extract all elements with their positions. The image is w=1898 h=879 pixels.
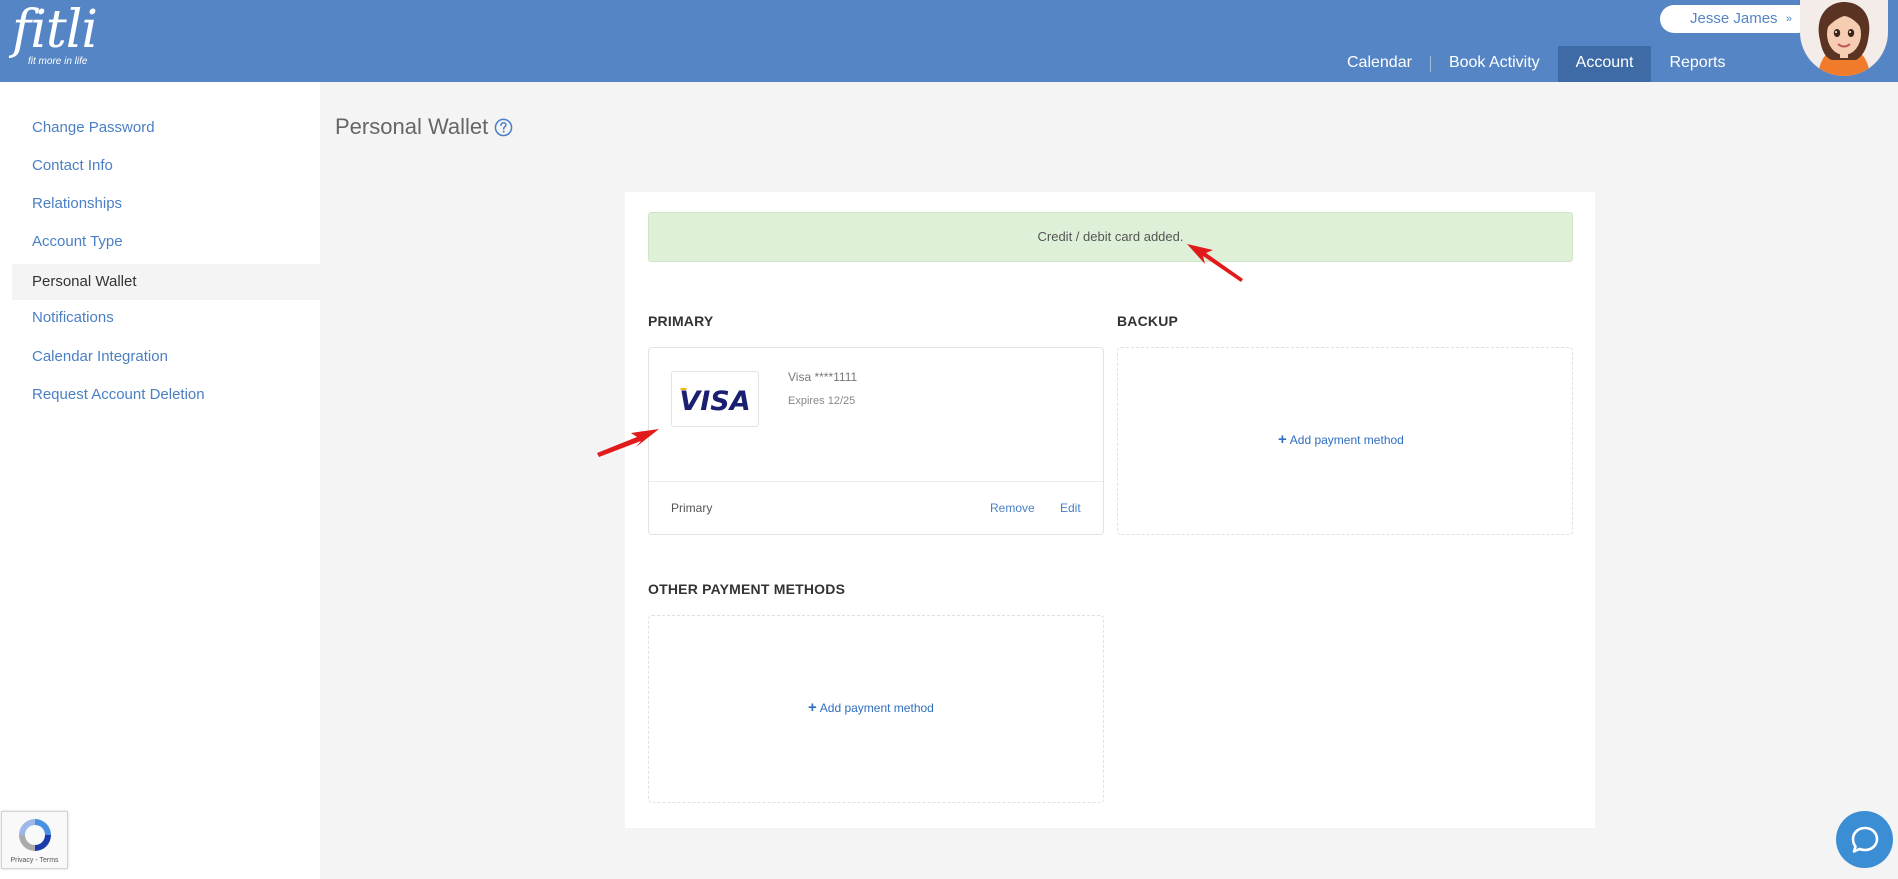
edit-card-link[interactable]: Edit xyxy=(1060,501,1081,515)
visa-logo: VISA xyxy=(671,371,759,427)
nav-account[interactable]: Account xyxy=(1557,46,1652,82)
red-arrow-icon xyxy=(1187,244,1243,282)
backup-add-payment-label: Add payment method xyxy=(1289,433,1404,447)
plus-icon: + xyxy=(808,699,817,716)
help-circle-icon[interactable] xyxy=(494,118,513,137)
avatar-illustration xyxy=(1800,0,1888,76)
recaptcha-links: Privacy - Terms xyxy=(10,857,59,864)
logo-wordmark: fitli xyxy=(12,0,98,60)
recaptcha-badge[interactable]: Privacy - Terms xyxy=(1,811,68,869)
sidebar-item-account-type[interactable]: Account Type xyxy=(12,224,320,260)
sidebar-item-relationships[interactable]: Relationships xyxy=(12,186,320,222)
card-name: Visa ****1111 xyxy=(788,370,858,384)
sidebar-item-notifications[interactable]: Notifications xyxy=(12,300,320,336)
nav-book-activity[interactable]: Book Activity xyxy=(1431,46,1558,82)
sidebar-item-request-account-deletion[interactable]: Request Account Deletion xyxy=(12,377,320,413)
other-add-payment-label: Add payment method xyxy=(819,701,934,715)
main-nav: Calendar Book Activity Account Reports xyxy=(1329,46,1743,82)
backup-heading: BACKUP xyxy=(1117,313,1179,329)
fitli-logo[interactable]: fitli fit more in life xyxy=(12,2,102,72)
page-title: Personal Wallet xyxy=(335,114,513,140)
card-divider xyxy=(649,481,1103,482)
sidebar-item-change-password[interactable]: Change Password xyxy=(12,110,320,146)
visa-brand-icon: VISA xyxy=(679,386,750,414)
user-menu[interactable]: Jesse James » xyxy=(1660,5,1812,33)
avatar[interactable] xyxy=(1800,0,1888,76)
sidebar-item-calendar-integration[interactable]: Calendar Integration xyxy=(12,339,320,375)
logo-tagline: fit more in life xyxy=(28,56,88,67)
primary-heading: PRIMARY xyxy=(648,313,714,329)
chat-icon xyxy=(1851,826,1878,853)
plus-icon: + xyxy=(1278,431,1287,448)
user-name: Jesse James xyxy=(1690,10,1778,27)
sidebar-item-contact-info[interactable]: Contact Info xyxy=(12,148,320,184)
card-primary-label: Primary xyxy=(671,501,713,515)
chevron-down-icon: » xyxy=(1785,13,1792,25)
card-expiry: Expires 12/25 xyxy=(788,395,856,407)
red-arrow-icon xyxy=(597,429,659,457)
top-header: fitli fit more in life Jesse James » Cal… xyxy=(0,0,1898,82)
sidebar-item-personal-wallet[interactable]: Personal Wallet xyxy=(12,264,320,300)
account-sidebar: Change Password Contact Info Relationshi… xyxy=(0,82,320,879)
other-add-payment-link[interactable]: + Add payment method xyxy=(808,699,934,716)
page-title-text: Personal Wallet xyxy=(335,114,489,139)
success-alert: Credit / debit card added. xyxy=(648,212,1573,262)
nav-calendar[interactable]: Calendar xyxy=(1329,46,1430,82)
other-methods-heading: OTHER PAYMENT METHODS xyxy=(648,581,846,597)
remove-card-link[interactable]: Remove xyxy=(990,501,1035,515)
recaptcha-icon xyxy=(19,819,51,851)
chat-button[interactable] xyxy=(1836,811,1893,868)
backup-add-payment-link[interactable]: + Add payment method xyxy=(1278,431,1404,448)
visa-text: VISA xyxy=(679,386,750,414)
nav-reports[interactable]: Reports xyxy=(1651,46,1743,82)
